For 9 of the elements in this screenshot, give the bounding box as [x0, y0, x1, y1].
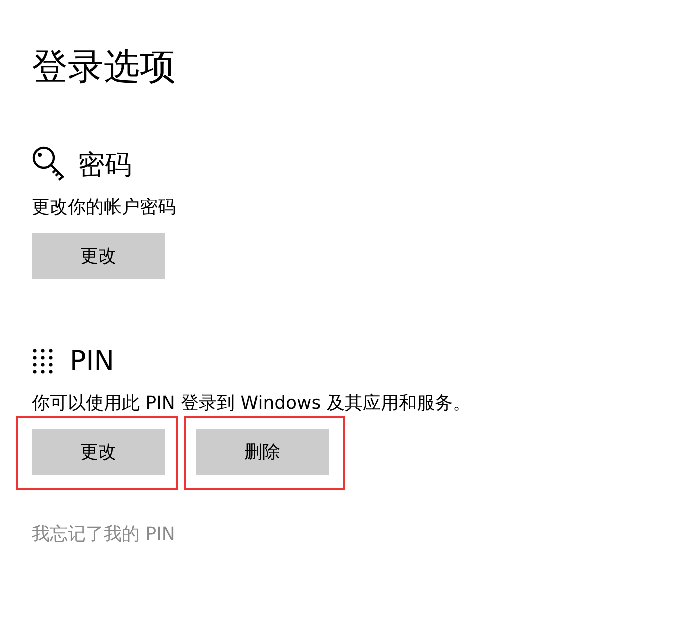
- section-description: 你可以使用此 PIN 登录到 Windows 及其应用和服务。: [32, 392, 472, 416]
- page-title: 登录选项: [32, 46, 177, 90]
- section-heading: PIN: [70, 346, 114, 378]
- key-icon: [32, 146, 66, 182]
- change-button[interactable]: 更改: [32, 233, 165, 279]
- action-button[interactable]: 删除: [196, 429, 329, 475]
- section-description: 更改你的帐户密码: [32, 196, 177, 220]
- section-heading: 密码: [78, 150, 132, 182]
- action-button[interactable]: 更改: [32, 429, 165, 475]
